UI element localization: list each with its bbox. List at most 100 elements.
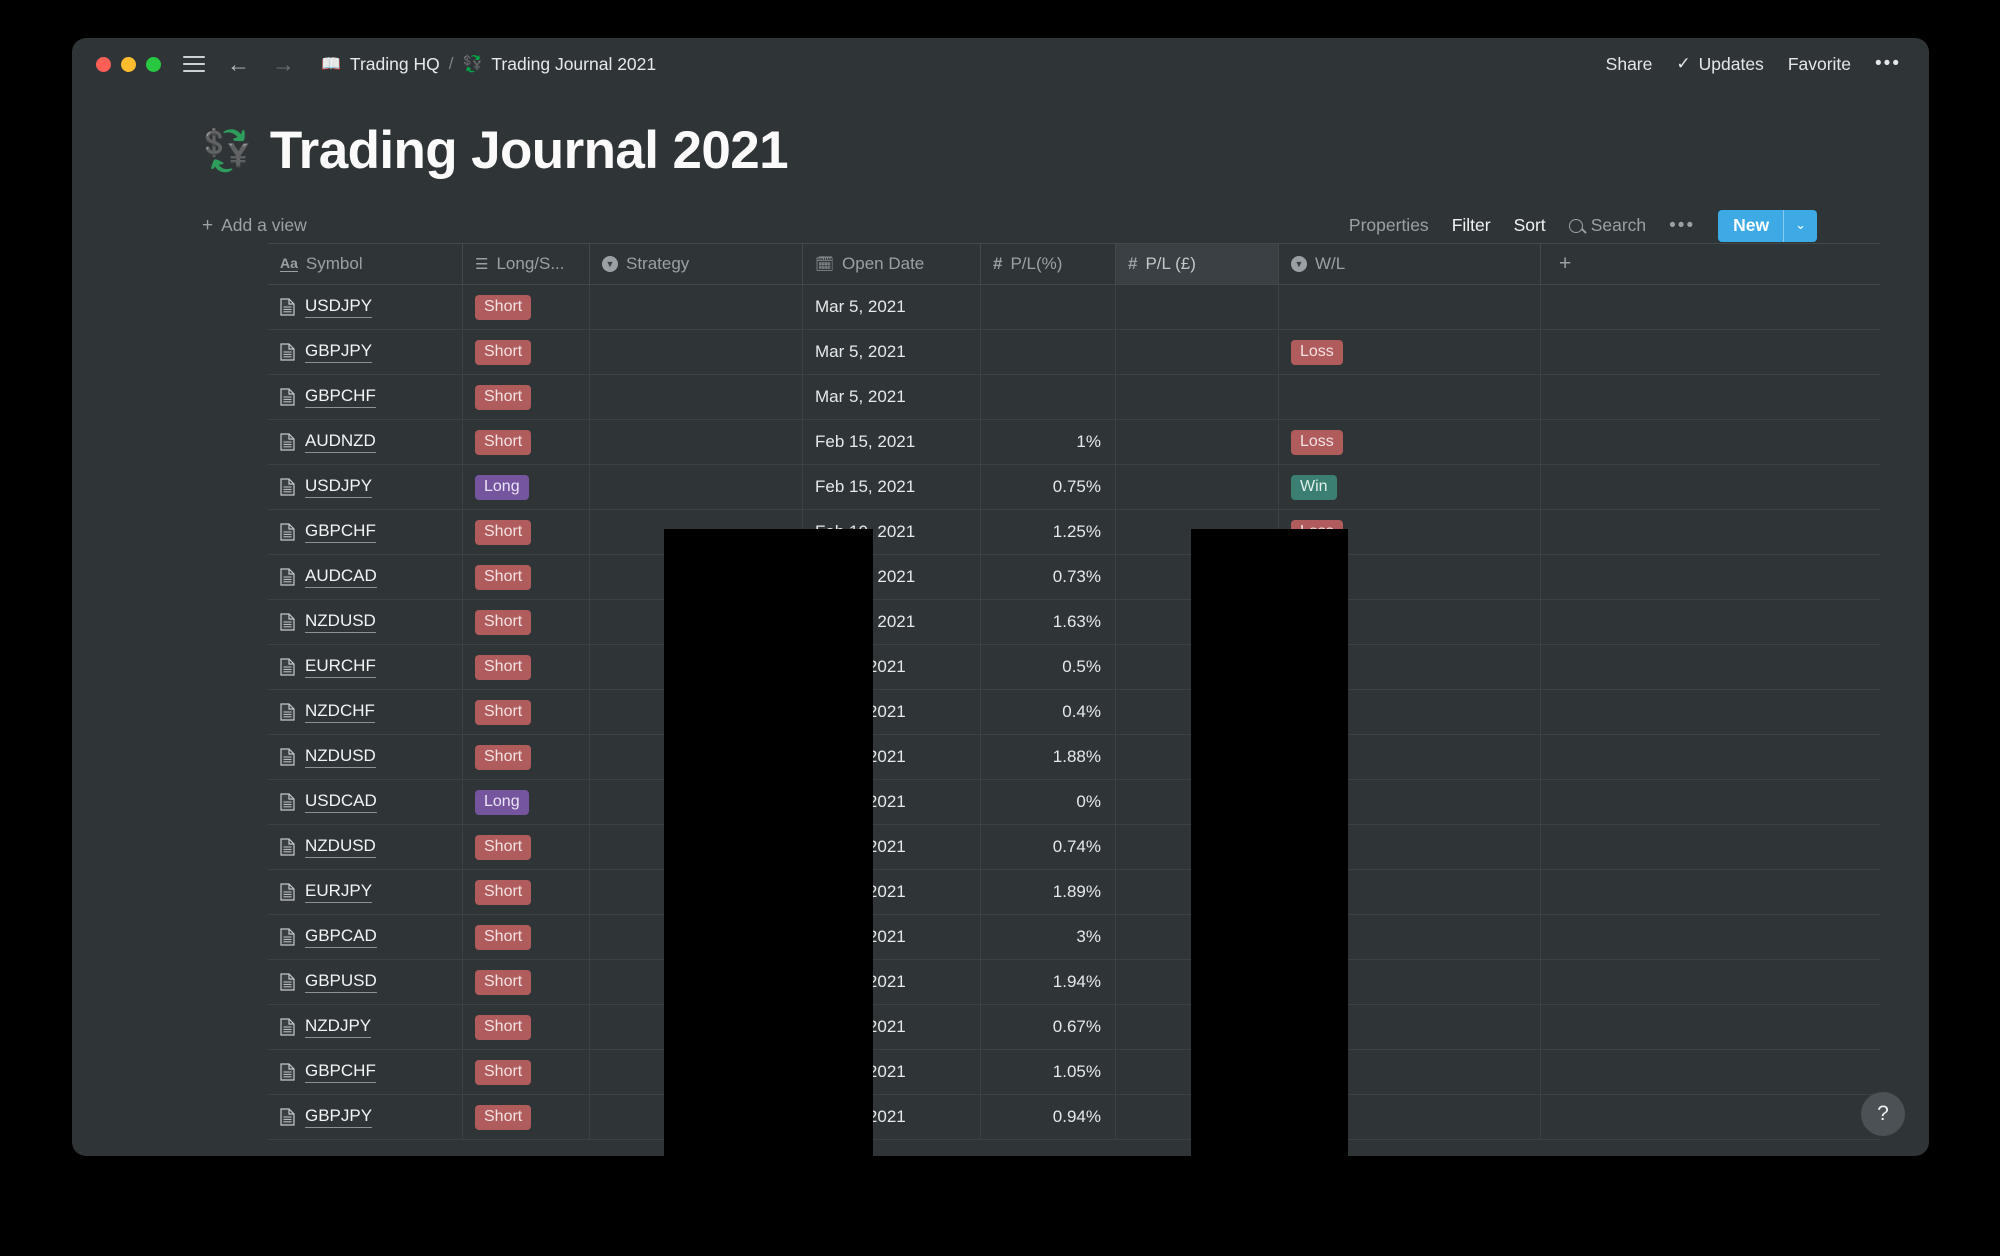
symbol-link[interactable]: USDJPY bbox=[305, 296, 373, 318]
cell-pl-gbp[interactable] bbox=[1116, 510, 1279, 554]
cell-pl-gbp[interactable] bbox=[1116, 1095, 1279, 1139]
cell-long-short[interactable]: Short bbox=[463, 870, 590, 914]
cell-pl-percent[interactable]: 1.89% bbox=[981, 870, 1116, 914]
cell-strategy[interactable] bbox=[590, 960, 803, 1004]
cell-long-short[interactable]: Short bbox=[463, 1050, 590, 1094]
cell-win-loss[interactable]: Loss bbox=[1279, 1050, 1541, 1094]
cell-pl-gbp[interactable] bbox=[1116, 915, 1279, 959]
cell-pl-percent[interactable]: 0.5% bbox=[981, 645, 1116, 689]
minimize-window-button[interactable] bbox=[121, 56, 136, 72]
table-row[interactable]: GBPCAD Short Feb 2, 2021 3% Win bbox=[268, 915, 1880, 960]
cell-strategy[interactable] bbox=[590, 1050, 803, 1094]
table-row[interactable]: EURCHF Short Feb 9, 2021 0.5% Win bbox=[268, 645, 1880, 690]
cell-long-short[interactable]: Long bbox=[463, 465, 590, 509]
cell-pl-gbp[interactable] bbox=[1116, 330, 1279, 374]
cell-pl-gbp[interactable] bbox=[1116, 825, 1279, 869]
symbol-link[interactable]: GBPUSD bbox=[305, 971, 377, 993]
cell-win-loss[interactable]: Loss bbox=[1279, 780, 1541, 824]
cell-open-date[interactable]: Feb 10, 2021 bbox=[803, 555, 981, 599]
breadcrumb-current[interactable]: 💱 Trading Journal 2021 bbox=[462, 54, 656, 75]
cell-pl-percent[interactable]: 1.94% bbox=[981, 960, 1116, 1004]
cell-pl-gbp[interactable] bbox=[1116, 735, 1279, 779]
cell-pl-gbp[interactable] bbox=[1116, 645, 1279, 689]
view-more-icon[interactable]: ••• bbox=[1669, 215, 1695, 237]
hamburger-icon[interactable] bbox=[183, 56, 205, 72]
cell-win-loss[interactable]: Loss bbox=[1279, 1095, 1541, 1139]
cell-win-loss[interactable]: Win bbox=[1279, 870, 1541, 914]
cell-symbol[interactable]: GBPCHF bbox=[268, 375, 463, 419]
cell-win-loss[interactable]: Win bbox=[1279, 465, 1541, 509]
cell-symbol[interactable]: NZDUSD bbox=[268, 600, 463, 644]
table-row[interactable]: GBPCHF Short Mar 5, 2021 bbox=[268, 375, 1880, 420]
cell-win-loss[interactable]: Loss bbox=[1279, 825, 1541, 869]
cell-strategy[interactable] bbox=[590, 465, 803, 509]
cell-win-loss[interactable] bbox=[1279, 375, 1541, 419]
cell-pl-percent[interactable] bbox=[981, 330, 1116, 374]
symbol-link[interactable]: GBPCHF bbox=[305, 386, 376, 408]
table-row[interactable]: EURJPY Short Feb 2, 2021 1.89% Win bbox=[268, 870, 1880, 915]
cell-open-date[interactable]: Feb 2, 2021 bbox=[803, 960, 981, 1004]
chevron-down-icon[interactable]: ⌄ bbox=[1784, 212, 1817, 239]
column-header-p-l[interactable]: # P/L(%) bbox=[981, 244, 1116, 284]
table-row[interactable]: USDJPY Short Mar 5, 2021 bbox=[268, 285, 1880, 330]
cell-long-short[interactable]: Short bbox=[463, 420, 590, 464]
cell-long-short[interactable]: Short bbox=[463, 285, 590, 329]
cell-pl-gbp[interactable] bbox=[1116, 285, 1279, 329]
cell-open-date[interactable]: Mar 5, 2021 bbox=[803, 285, 981, 329]
symbol-link[interactable]: GBPCHF bbox=[305, 1061, 376, 1083]
cell-pl-percent[interactable]: 3% bbox=[981, 915, 1116, 959]
cell-open-date[interactable]: Mar 5, 2021 bbox=[803, 375, 981, 419]
table-row[interactable]: GBPJPY Short Feb 1, 2021 0.94% Loss bbox=[268, 1095, 1880, 1140]
search-button[interactable]: Search bbox=[1568, 215, 1646, 236]
column-header-w-l[interactable]: ▼ W/L bbox=[1279, 244, 1541, 284]
cell-win-loss[interactable]: Loss bbox=[1279, 420, 1541, 464]
cell-pl-gbp[interactable] bbox=[1116, 780, 1279, 824]
cell-strategy[interactable] bbox=[590, 285, 803, 329]
cell-strategy[interactable] bbox=[590, 1005, 803, 1049]
column-header-p-l[interactable]: # P/L (£) bbox=[1116, 244, 1279, 284]
cell-open-date[interactable]: Feb 10, 2021 bbox=[803, 600, 981, 644]
cell-symbol[interactable]: GBPCHF bbox=[268, 1050, 463, 1094]
cell-open-date[interactable]: Feb 9, 2021 bbox=[803, 645, 981, 689]
table-row[interactable]: AUDNZD Short Feb 15, 2021 1% Loss bbox=[268, 420, 1880, 465]
cell-long-short[interactable]: Short bbox=[463, 915, 590, 959]
sort-button[interactable]: Sort bbox=[1514, 215, 1546, 236]
column-header-symbol[interactable]: Aa Symbol bbox=[268, 244, 463, 284]
cell-symbol[interactable]: NZDCHF bbox=[268, 690, 463, 734]
cell-long-short[interactable]: Short bbox=[463, 690, 590, 734]
cell-symbol[interactable]: GBPCAD bbox=[268, 915, 463, 959]
cell-strategy[interactable] bbox=[590, 735, 803, 779]
symbol-link[interactable]: USDJPY bbox=[305, 476, 373, 498]
symbol-link[interactable]: NZDUSD bbox=[305, 836, 376, 858]
cell-long-short[interactable]: Short bbox=[463, 555, 590, 599]
cell-long-short[interactable]: Short bbox=[463, 645, 590, 689]
cell-long-short[interactable]: Short bbox=[463, 510, 590, 554]
cell-long-short[interactable]: Short bbox=[463, 375, 590, 419]
symbol-link[interactable]: USDCAD bbox=[305, 791, 377, 813]
cell-pl-percent[interactable]: 1.25% bbox=[981, 510, 1116, 554]
table-row[interactable]: NZDUSD Short Feb 2, 2021 0.74% Loss bbox=[268, 825, 1880, 870]
symbol-link[interactable]: EURCHF bbox=[305, 656, 376, 678]
add-view-button[interactable]: + Add a view bbox=[202, 215, 307, 237]
cell-win-loss[interactable]: Win bbox=[1279, 600, 1541, 644]
table-row[interactable]: GBPCHF Short Feb 10, 2021 1.25% Loss bbox=[268, 510, 1880, 555]
cell-pl-percent[interactable]: 0% bbox=[981, 780, 1116, 824]
column-header-strategy[interactable]: ▼ Strategy bbox=[590, 244, 803, 284]
cell-long-short[interactable]: Short bbox=[463, 735, 590, 779]
cell-win-loss[interactable]: Loss bbox=[1279, 690, 1541, 734]
cell-pl-percent[interactable]: 1.63% bbox=[981, 600, 1116, 644]
cell-strategy[interactable] bbox=[590, 1095, 803, 1139]
cell-pl-percent[interactable]: 0.73% bbox=[981, 555, 1116, 599]
symbol-link[interactable]: NZDCHF bbox=[305, 701, 375, 723]
cell-strategy[interactable] bbox=[590, 375, 803, 419]
cell-win-loss[interactable]: Loss bbox=[1279, 510, 1541, 554]
cell-pl-gbp[interactable] bbox=[1116, 690, 1279, 734]
table-row[interactable]: NZDCHF Short Feb 5, 2021 0.4% Loss bbox=[268, 690, 1880, 735]
cell-pl-gbp[interactable] bbox=[1116, 870, 1279, 914]
filter-button[interactable]: Filter bbox=[1452, 215, 1491, 236]
symbol-link[interactable]: GBPCAD bbox=[305, 926, 377, 948]
table-row[interactable]: USDCAD Long Feb 4, 2021 0% Loss bbox=[268, 780, 1880, 825]
cell-pl-percent[interactable]: 0.75% bbox=[981, 465, 1116, 509]
cell-open-date[interactable]: Feb 15, 2021 bbox=[803, 465, 981, 509]
symbol-link[interactable]: AUDCAD bbox=[305, 566, 377, 588]
